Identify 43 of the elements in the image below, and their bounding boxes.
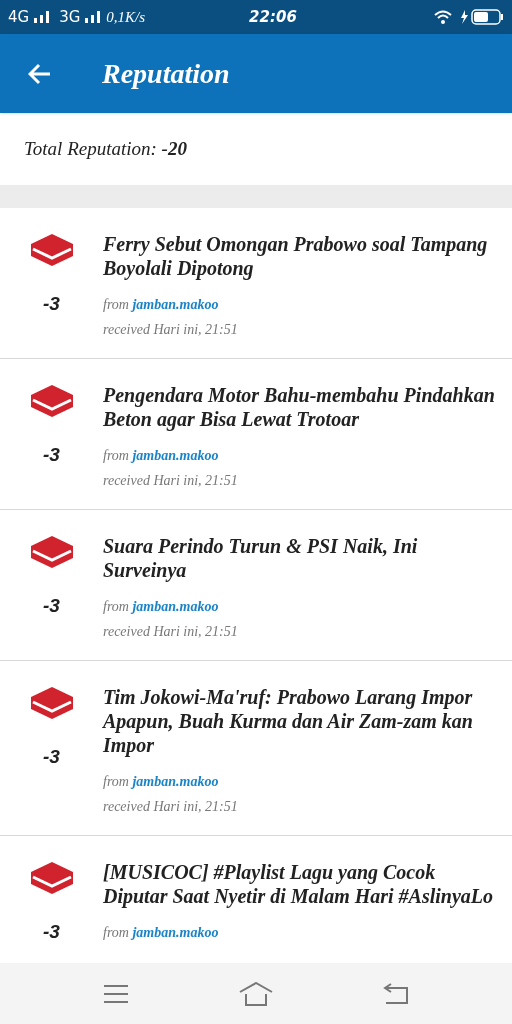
- from-line: from jamban.makoo: [103, 598, 220, 616]
- user-link[interactable]: jamban.makoo: [132, 925, 219, 940]
- network-label: 4G: [8, 6, 30, 28]
- box-icon: [28, 860, 75, 896]
- menu-icon[interactable]: [103, 983, 129, 1004]
- received-time: received Hari ini, 21:51: [103, 472, 239, 490]
- reputation-points: -3: [43, 292, 60, 316]
- box-icon: [28, 232, 75, 268]
- reputation-points: -3: [43, 443, 60, 467]
- received-time: received Hari ini, 21:51: [103, 321, 239, 339]
- from-line: from jamban.makoo: [103, 296, 220, 314]
- box-icon: [28, 383, 75, 419]
- thread-title[interactable]: Tim Jokowi-Ma'ruf: Prabowo Larang Impor Apapun, Buah Kurma dan Air Zam-zam kan Impor: [103, 685, 496, 757]
- signal-icon: [84, 11, 103, 23]
- from-line: from jamban.makoo: [103, 773, 220, 791]
- total-reputation: Total Reputation: -20: [24, 136, 187, 161]
- received-time: received Hari ini, 21:51: [103, 798, 239, 816]
- thread-title[interactable]: Pengendara Motor Bahu-membahu Pindahkan Beton agar Bisa Lewat Trotoar: [103, 383, 496, 431]
- user-link[interactable]: jamban.makoo: [132, 774, 219, 789]
- back-arrow-icon: [28, 62, 52, 85]
- battery-charging-icon: [460, 9, 504, 25]
- thread-title[interactable]: [MUSICOC] #Playlist Lagu yang Cocok Diputar Saat Nyetir di Malam Hari #AslinyaLo: [103, 860, 496, 908]
- from-line: from jamban.makoo: [103, 924, 220, 942]
- clock-text: 22:06: [249, 6, 297, 28]
- received-time: received Hari ini, 21:51: [103, 623, 239, 641]
- home-icon[interactable]: [239, 981, 273, 1006]
- signal-icon: [33, 11, 52, 23]
- box-icon: [28, 685, 75, 721]
- reputation-points: -3: [43, 594, 60, 618]
- back-icon[interactable]: [383, 982, 409, 1005]
- user-link[interactable]: jamban.makoo: [132, 448, 219, 463]
- reputation-points: -3: [43, 745, 60, 769]
- box-icon: [28, 534, 75, 570]
- wifi-icon: [434, 10, 452, 24]
- thread-title[interactable]: Ferry Sebut Omongan Prabowo soal Tampang Boyolali Dipotong: [103, 232, 496, 280]
- speed-text: 0,1K/s: [106, 7, 146, 27]
- user-link[interactable]: jamban.makoo: [132, 297, 219, 312]
- page-title: Reputation: [102, 56, 230, 91]
- reputation-points: -3: [43, 920, 60, 944]
- from-line: from jamban.makoo: [103, 447, 220, 465]
- thread-title[interactable]: Suara Perindo Turun & PSI Naik, Ini Surveinya: [103, 534, 496, 582]
- network-label: 3G: [59, 6, 81, 28]
- user-link[interactable]: jamban.makoo: [132, 599, 219, 614]
